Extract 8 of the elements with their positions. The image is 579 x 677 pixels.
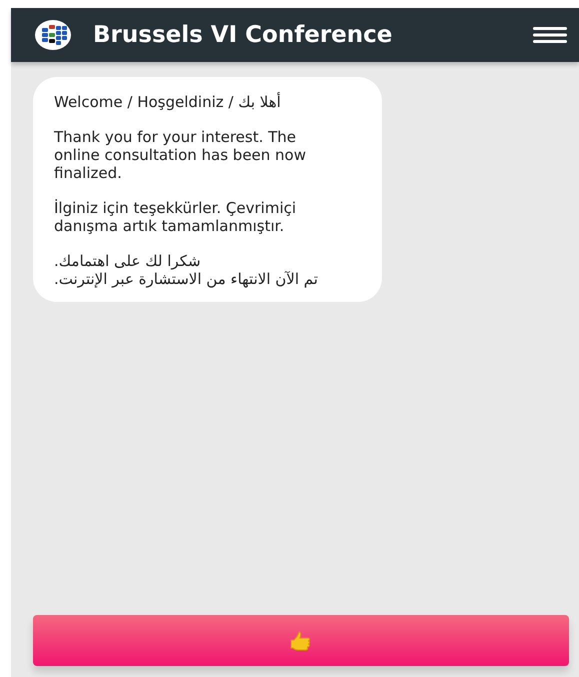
message-text: Welcome / Hoşgeldiniz / أهلا بك	[54, 93, 282, 111]
app-title: Brussels VI Conference	[93, 20, 394, 50]
logo-icon	[35, 20, 71, 50]
message-text: شكرا لك على اهتمامك. تم الآن الانتهاء من الاستشارة عبر الإنترنت.	[54, 252, 319, 288]
thumbs-up-icon	[290, 630, 312, 650]
menu-icon[interactable]	[533, 27, 567, 43]
message-text: Thank you for your interest. The online consultation has been now finalized.	[54, 128, 308, 182]
message-text: İlginiz için teşekkürler. Çevrimiçi danışma artık tamamlanmıştır.	[54, 199, 298, 235]
